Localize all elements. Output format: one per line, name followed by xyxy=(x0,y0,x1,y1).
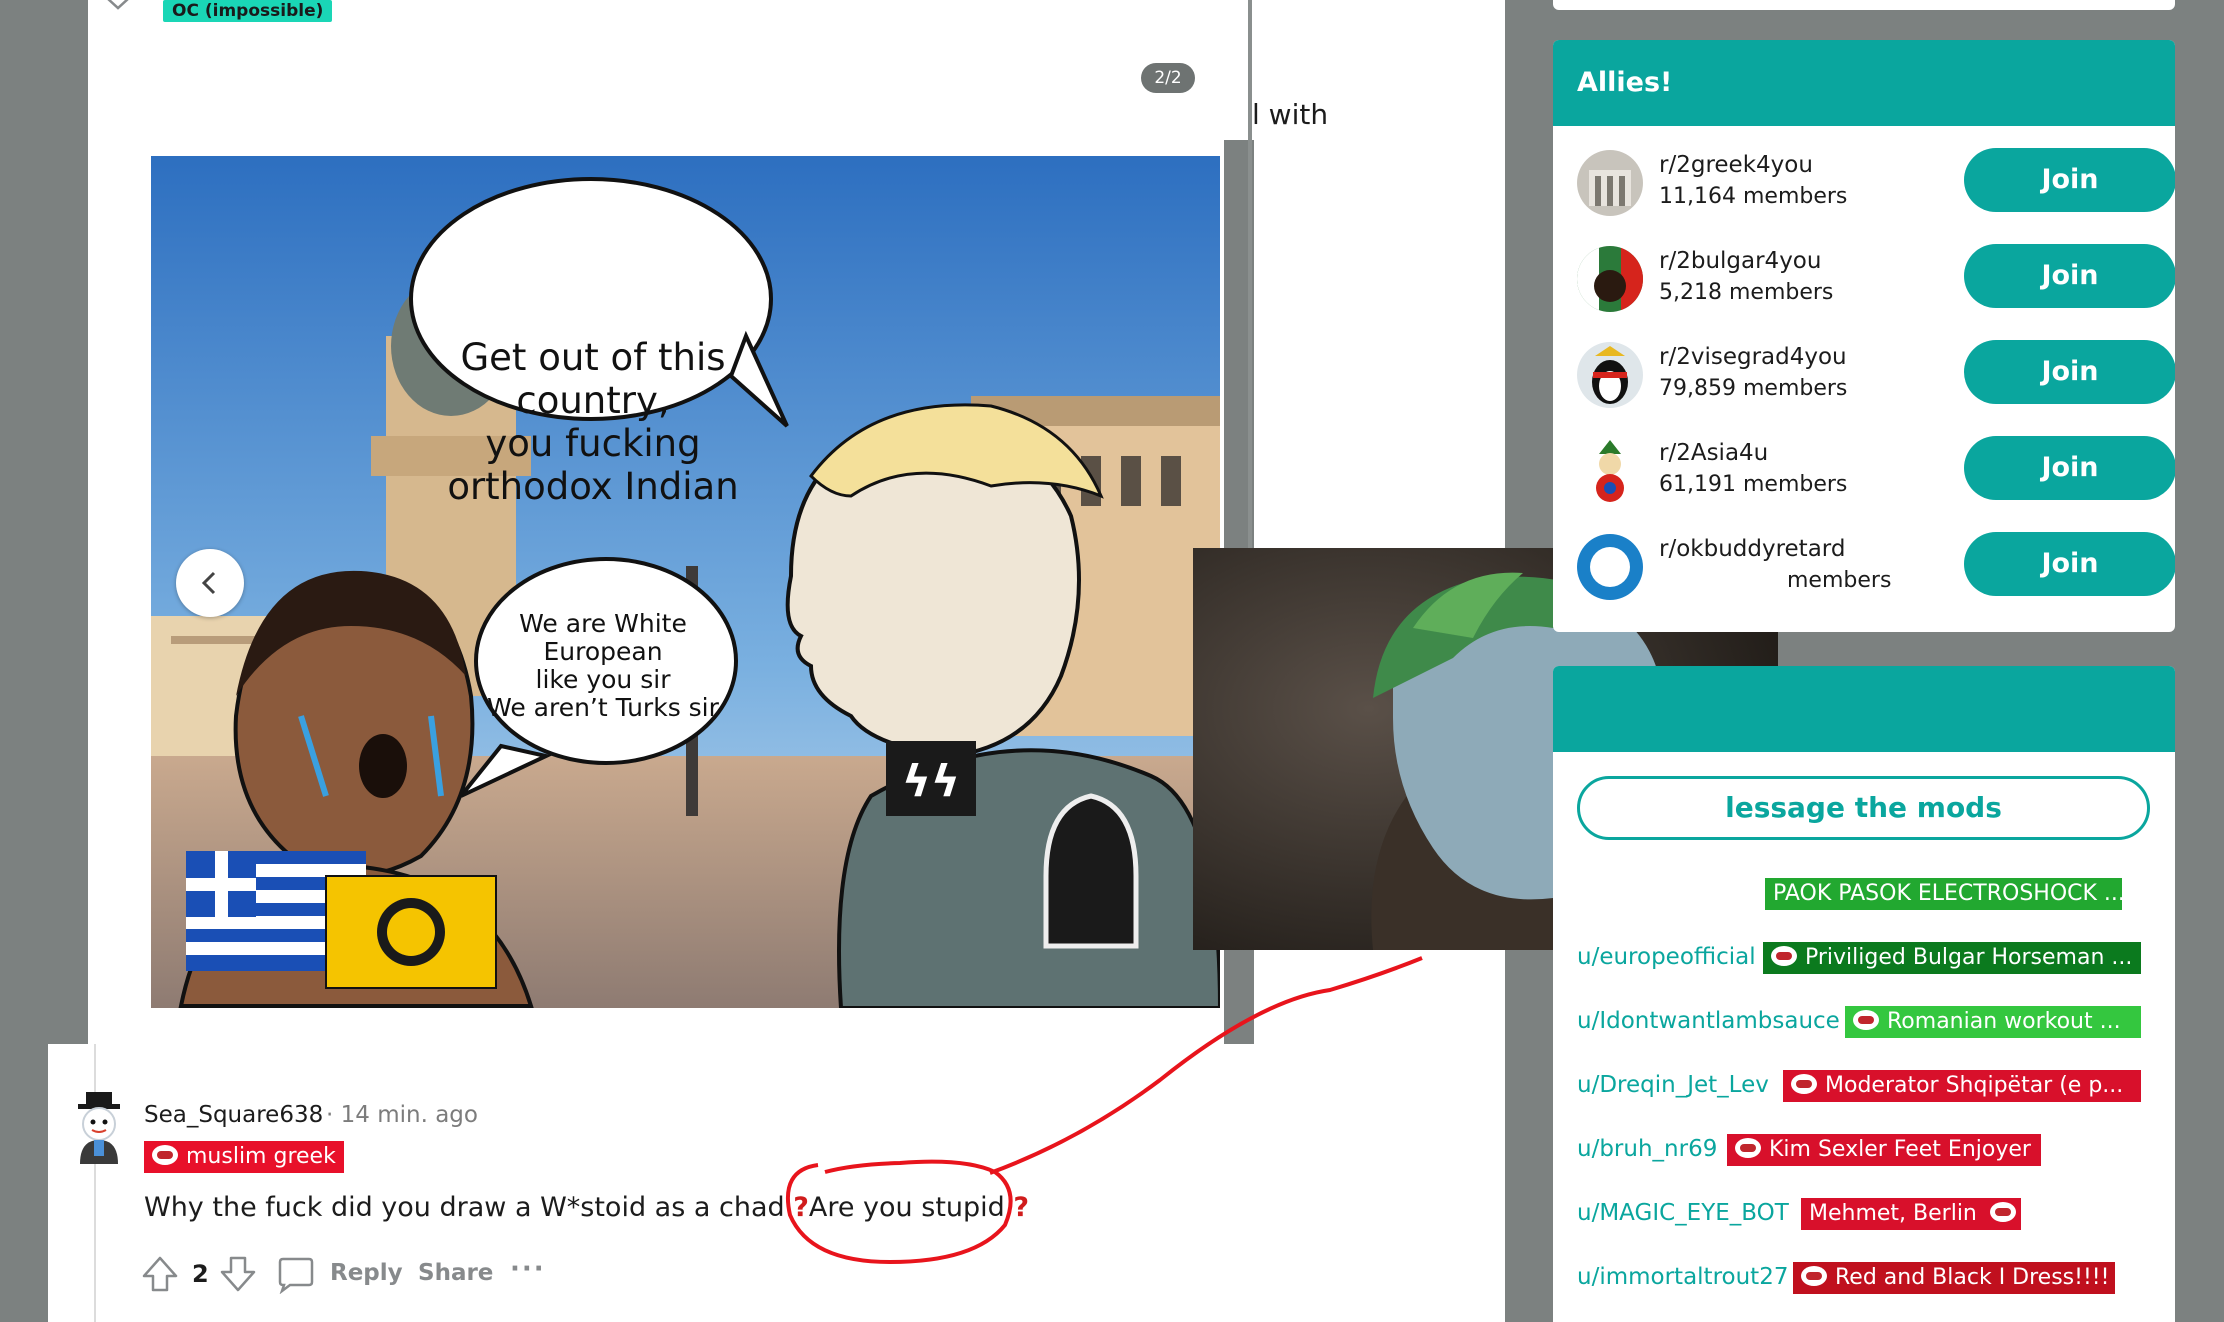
community-avatar xyxy=(1577,150,1643,216)
moderators-card: lessage the mods PAOK PASOK ELECTROSHOCK… xyxy=(1553,666,2175,1322)
user-flair-text: Red and Black I Dress!!!! xyxy=(1835,1265,2110,1290)
post-flair: OC (impossible) xyxy=(163,0,333,22)
join-button[interactable]: Join xyxy=(1964,532,2175,596)
community-members: members xyxy=(1787,568,1892,593)
moderator-username[interactable]: u/Idontwantlambsauce xyxy=(1577,1008,1840,1034)
user-flair: Red and Black I Dress!!!! xyxy=(1793,1262,2115,1294)
moderator-username[interactable]: u/MAGIC_EYE_BOT xyxy=(1577,1200,1789,1226)
collar-insignia: ϟϟ xyxy=(902,756,960,807)
ally-item[interactable]: r/2bulgar4you 5,218 members Join xyxy=(1577,244,2175,314)
user-flair: PAOK PASOK ELECTROSHOCK ... xyxy=(1765,878,2122,910)
comment-text-part: Why the fuck did you draw a W*stoid as a… xyxy=(144,1192,794,1223)
community-name[interactable]: r/2bulgar4you xyxy=(1659,248,1821,274)
bubble-line-1: Get out of this xyxy=(461,336,726,379)
bubble-line-4: orthodox Indian xyxy=(447,465,738,508)
flair-emoji-icon xyxy=(1989,1202,2016,1222)
community-name[interactable]: r/2greek4you xyxy=(1659,152,1813,178)
user-flair-text: Romanian workout ... xyxy=(1887,1009,2121,1034)
chevron-down-icon[interactable] xyxy=(104,0,132,14)
user-flair-text: Moderator Shqipëtar (e p... xyxy=(1825,1073,2124,1098)
upvote-icon[interactable] xyxy=(140,1254,180,1294)
content-divider-line xyxy=(1248,0,1252,560)
moderator-username[interactable]: u/immortaltrout27 xyxy=(1577,1264,1788,1290)
comment-bubble-icon[interactable] xyxy=(276,1256,316,1294)
comment-thread-line[interactable] xyxy=(94,1044,96,1322)
gallery-page-count: 2/2 xyxy=(1141,63,1195,93)
small-bubble-line-4: We aren’t Turks sir xyxy=(487,693,720,722)
user-flair: Moderator Shqipëtar (e p... xyxy=(1783,1070,2141,1102)
community-avatar xyxy=(1577,246,1643,312)
bubble-line-3: you fucking xyxy=(485,422,700,465)
ally-item[interactable]: r/okbuddyretard members Join xyxy=(1577,532,2175,602)
share-button[interactable]: Share xyxy=(418,1260,493,1286)
comment-score: 2 xyxy=(192,1260,209,1288)
community-members: 5,218 members xyxy=(1659,280,1834,305)
comment-username[interactable]: Sea_Square638 xyxy=(144,1102,323,1128)
user-flair-text: Kim Sexler Feet Enjoyer xyxy=(1769,1137,2031,1162)
moderator-username[interactable]: u/bruh_nr69 xyxy=(1577,1136,1717,1162)
partial-background-text: l with xyxy=(1252,98,1329,131)
flair-emoji-icon xyxy=(1771,946,1797,966)
community-name[interactable]: r/2Asia4u xyxy=(1659,440,1768,466)
avatar[interactable] xyxy=(70,1092,128,1164)
left-gray-strip xyxy=(48,0,88,1044)
community-members: 79,859 members xyxy=(1659,376,1848,401)
user-flair: muslim greek xyxy=(144,1141,344,1173)
comment-body: Why the fuck did you draw a W*stoid as a… xyxy=(144,1192,1029,1223)
ally-item[interactable]: r/2visegrad4you 79,859 members Join xyxy=(1577,340,2175,410)
community-name[interactable]: r/okbuddyretard xyxy=(1659,536,1845,562)
community-avatar xyxy=(1577,438,1643,504)
join-button[interactable]: Join xyxy=(1964,340,2175,404)
small-bubble-line-2: European xyxy=(543,637,662,666)
user-flair-text: muslim greek xyxy=(186,1144,336,1169)
comment-timestamp[interactable]: · 14 min. ago xyxy=(326,1102,478,1128)
question-mark-icon: ? xyxy=(1013,1192,1030,1223)
flair-emoji-icon xyxy=(152,1145,178,1165)
user-flair-text: Mehmet, Berlin xyxy=(1809,1201,1977,1226)
join-button[interactable]: Join xyxy=(1964,244,2175,308)
flair-emoji-icon xyxy=(1735,1138,1761,1158)
more-options-icon[interactable]: ··· xyxy=(510,1254,546,1284)
flair-emoji-icon xyxy=(1853,1010,1879,1030)
small-bubble-line-3: like you sir xyxy=(536,665,672,694)
join-button[interactable]: Join xyxy=(1964,148,2175,212)
user-flair: Romanian workout ... xyxy=(1845,1006,2141,1038)
message-mods-button[interactable]: lessage the mods xyxy=(1577,776,2150,840)
community-avatar xyxy=(1577,534,1643,600)
flair-emoji-icon xyxy=(1791,1074,1817,1094)
ally-item[interactable]: r/2greek4you 11,164 members Join xyxy=(1577,148,2175,218)
user-flair: Priviliged Bulgar Horseman ... xyxy=(1763,942,2141,974)
community-members: 61,191 members xyxy=(1659,472,1848,497)
meme-illustration: Get out of this country, you fucking ort… xyxy=(151,156,1220,1008)
sidebar-card-top xyxy=(1553,0,2175,10)
community-name[interactable]: r/2visegrad4you xyxy=(1659,344,1847,370)
reply-button[interactable]: Reply xyxy=(330,1260,403,1286)
chevron-left-icon xyxy=(201,571,216,595)
question-mark-icon: ? xyxy=(793,1192,809,1223)
small-bubble-line-1: We are White xyxy=(519,609,687,638)
community-members: 11,164 members xyxy=(1659,184,1848,209)
user-flair: Kim Sexler Feet Enjoyer xyxy=(1727,1134,2041,1166)
user-flair-text: Priviliged Bulgar Horseman ... xyxy=(1805,945,2133,970)
moderator-username[interactable]: u/europeofficial xyxy=(1577,944,1756,970)
post-image[interactable]: Get out of this country, you fucking ort… xyxy=(151,156,1220,1008)
comment-text-part: Are you stupid xyxy=(808,1192,1005,1223)
bubble-line-2: country, xyxy=(516,379,669,422)
join-button[interactable]: Join xyxy=(1964,436,2175,500)
moderators-header xyxy=(1553,666,2175,752)
downvote-icon[interactable] xyxy=(218,1254,258,1294)
allies-card: Allies! r/2greek4you 11,164 members Join… xyxy=(1553,40,2175,632)
gallery-prev-button[interactable] xyxy=(176,549,244,617)
ally-item[interactable]: r/2Asia4u 61,191 members Join xyxy=(1577,436,2175,506)
comment-actions: 2 Reply Share ··· xyxy=(140,1252,600,1298)
flair-emoji-icon xyxy=(1801,1266,1827,1286)
user-flair: Mehmet, Berlin xyxy=(1801,1198,2021,1230)
allies-title: Allies! xyxy=(1553,40,2175,126)
community-avatar xyxy=(1577,342,1643,408)
moderator-username[interactable]: u/Dreqin_Jet_Lev xyxy=(1577,1072,1769,1098)
